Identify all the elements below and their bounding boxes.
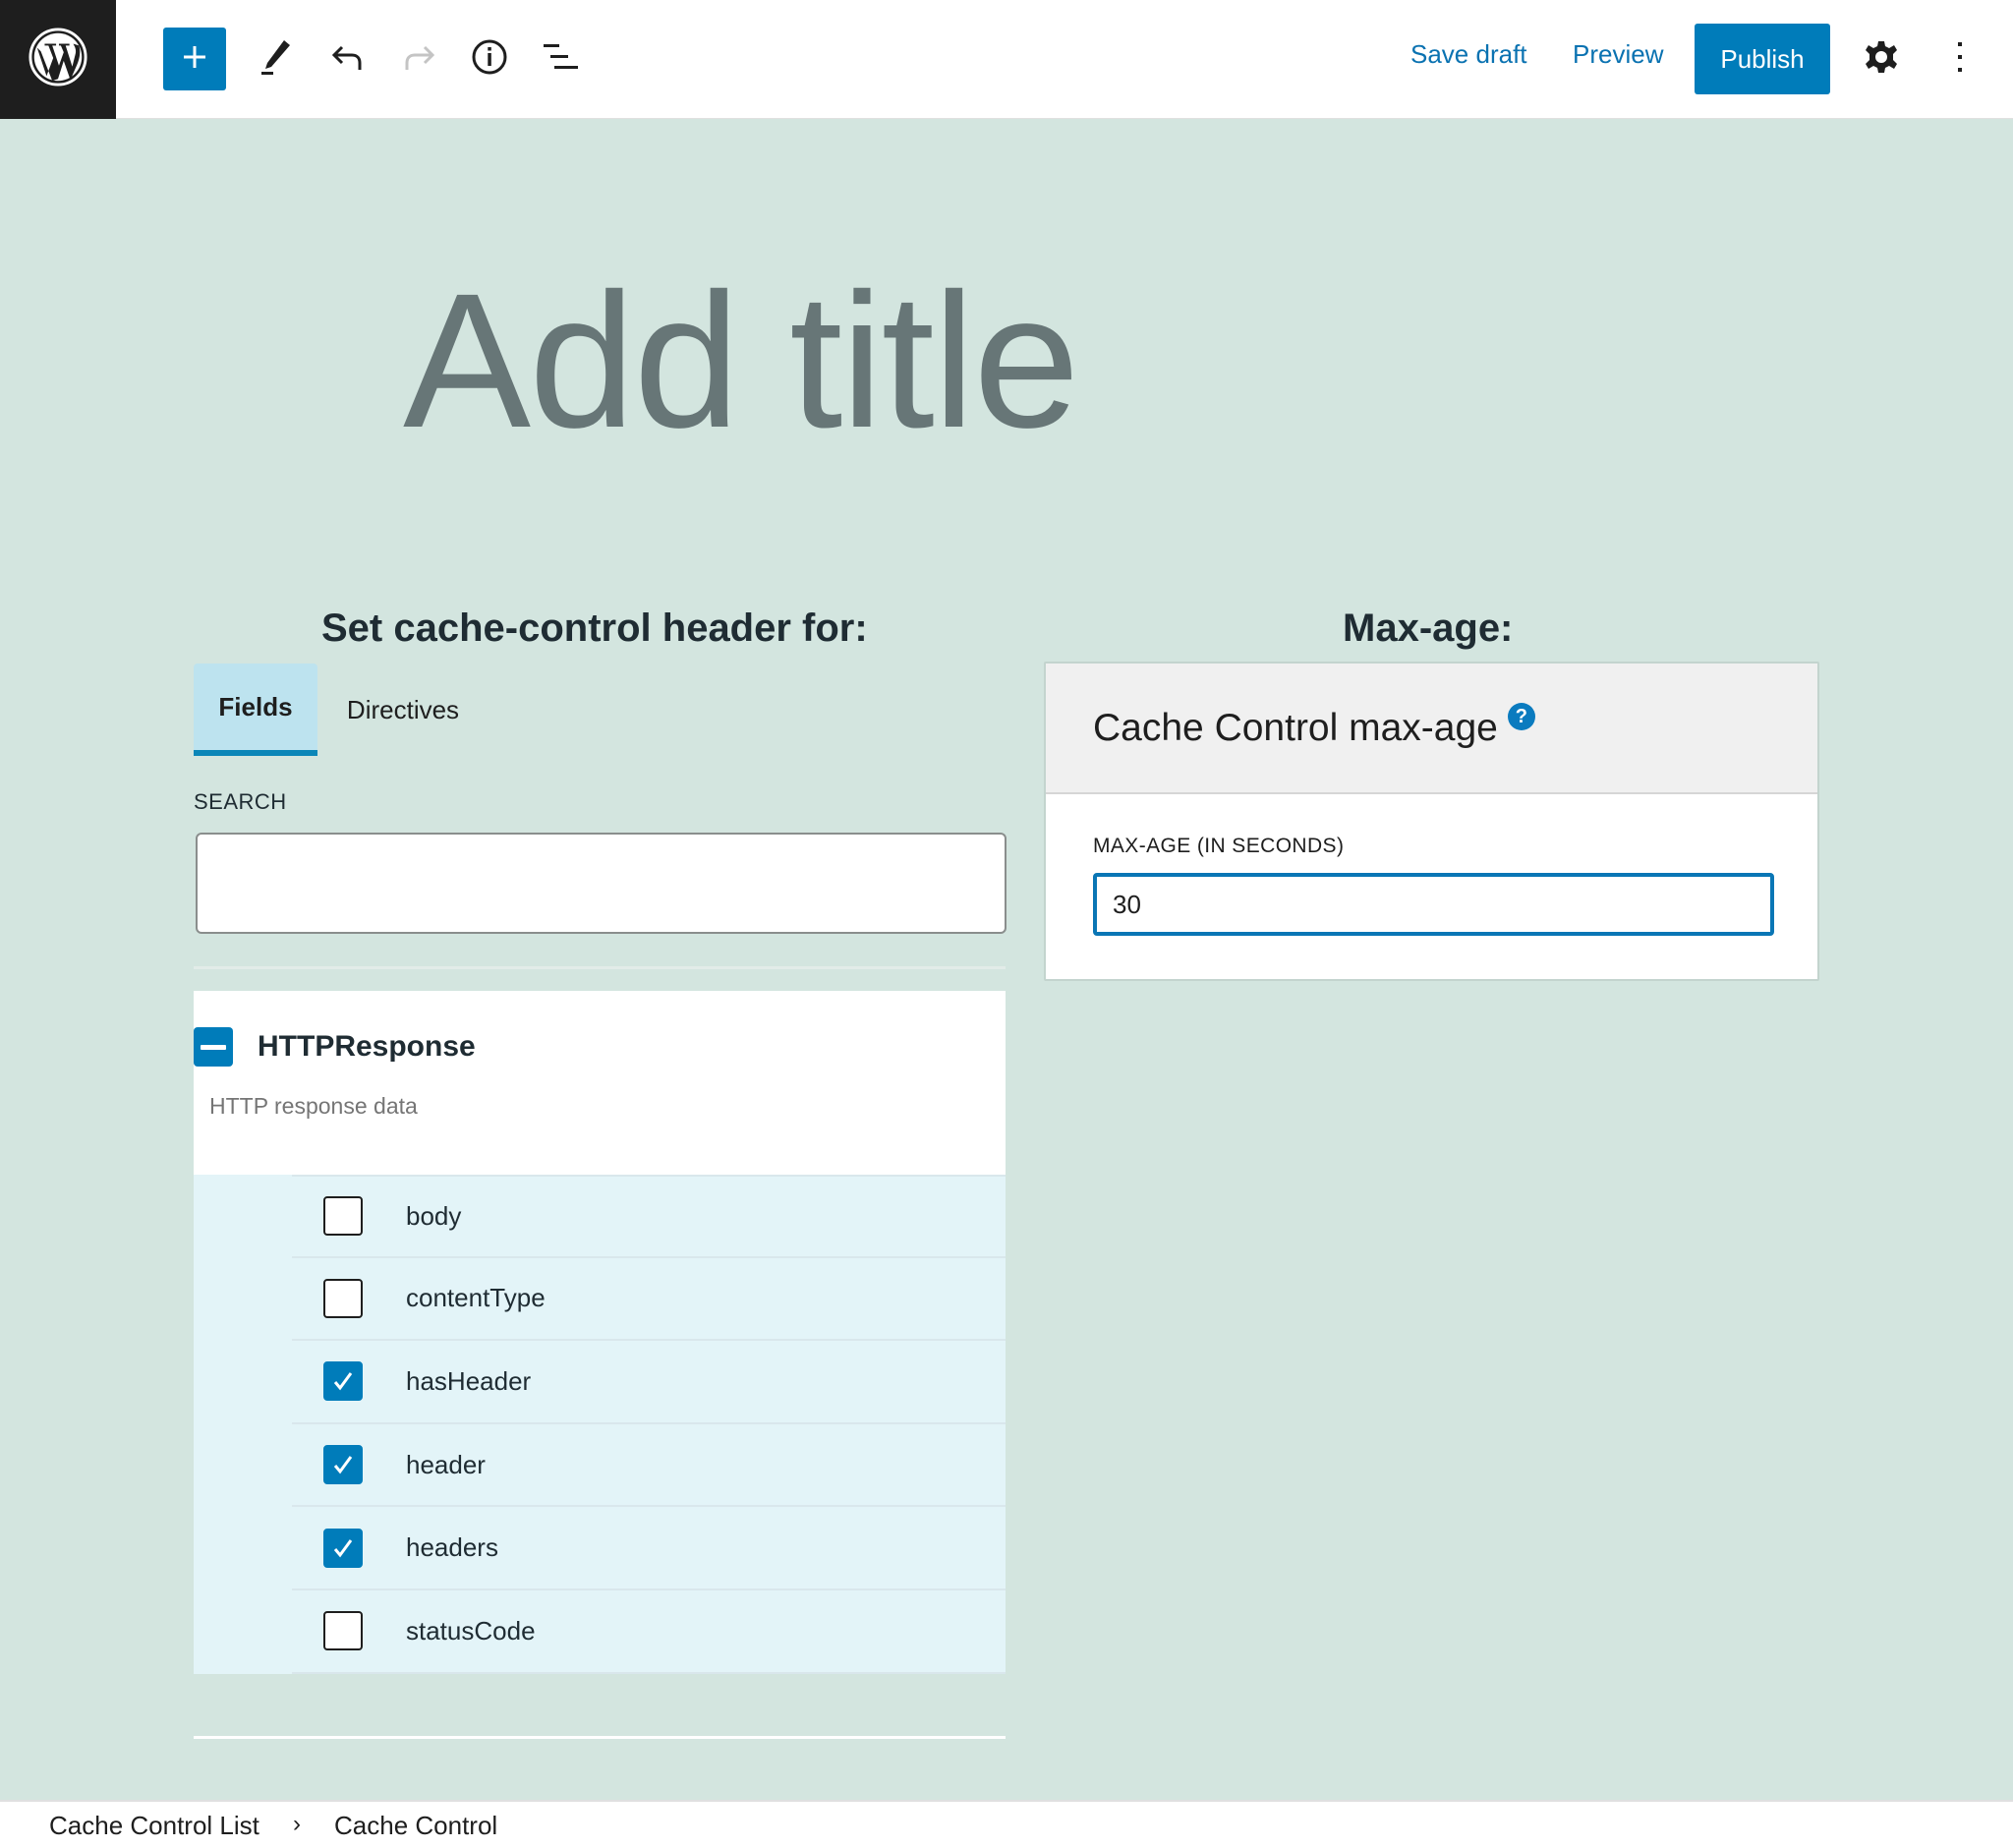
field-row-header[interactable]: header (292, 1424, 1006, 1508)
checkmark-icon (333, 1372, 353, 1391)
field-checkbox[interactable] (323, 1528, 363, 1568)
wordpress-logo-icon (28, 27, 88, 92)
maxage-label: MAX-AGE (IN SECONDS) (1093, 835, 1345, 857)
editor-toolbar: Save draft Preview Publish (0, 0, 2013, 119)
field-label: header (406, 1449, 486, 1479)
details-button[interactable] (458, 28, 521, 90)
redo-icon (401, 42, 436, 77)
tools-button[interactable] (244, 28, 307, 90)
fields-section-heading: Set cache-control header for: (321, 606, 868, 650)
field-checkbox[interactable] (323, 1445, 363, 1485)
panel-header: Cache Control max-age? (1046, 664, 1817, 794)
field-row-hasheader[interactable]: hasHeader (292, 1341, 1006, 1424)
collapse-group-toggle[interactable] (194, 1027, 233, 1067)
list-view-icon (542, 41, 579, 78)
search-input[interactable] (196, 833, 1006, 934)
panel-title: Cache Control max-age? (1093, 703, 1535, 750)
list-view-button[interactable] (529, 28, 592, 90)
field-checkbox[interactable] (323, 1611, 363, 1651)
settings-button[interactable] (1850, 28, 1913, 90)
field-checkbox[interactable] (323, 1278, 363, 1318)
info-icon (471, 38, 508, 81)
group-httpresponse: HTTPResponse HTTP response data (194, 991, 1006, 1175)
preview-button[interactable]: Preview (1573, 39, 1663, 70)
field-checkbox[interactable] (323, 1196, 363, 1237)
block-breadcrumb: Cache Control List › Cache Control (0, 1800, 2013, 1848)
undo-icon (330, 42, 366, 77)
minus-icon (201, 1044, 226, 1050)
more-vertical-icon (1955, 39, 1965, 80)
field-label: contentType (406, 1283, 546, 1313)
field-list: body contentType hasHeader header header… (194, 1175, 1006, 1674)
block-inserter-button[interactable] (163, 28, 226, 90)
tab-directives[interactable]: Directives (332, 664, 474, 756)
plus-icon (180, 42, 209, 77)
field-label: body (406, 1200, 462, 1231)
field-row-statuscode[interactable]: statusCode (292, 1590, 1006, 1674)
breadcrumb-item-cache-control-list[interactable]: Cache Control List (49, 1811, 259, 1841)
checkmark-icon (333, 1456, 353, 1474)
chevron-right-icon: › (293, 1811, 301, 1837)
checkmark-icon (333, 1538, 353, 1558)
field-row-headers[interactable]: headers (292, 1507, 1006, 1590)
search-label: SEARCH (194, 789, 287, 814)
panel-title-text: Cache Control max-age (1093, 707, 1498, 749)
gear-icon (1864, 39, 1899, 80)
divider (194, 1736, 1006, 1739)
save-draft-button[interactable]: Save draft (1410, 39, 1527, 70)
maxage-panel: Cache Control max-age? MAX-AGE (IN SECON… (1044, 662, 1819, 981)
field-label: hasHeader (406, 1365, 532, 1396)
group-title: HTTPResponse (258, 1030, 476, 1063)
field-label: statusCode (406, 1615, 536, 1646)
redo-button[interactable] (387, 28, 450, 90)
wordpress-logo-button[interactable] (0, 0, 116, 119)
field-row-contenttype[interactable]: contentType (292, 1258, 1006, 1342)
field-checkbox[interactable] (323, 1361, 363, 1402)
tab-fields[interactable]: Fields (194, 664, 317, 756)
maxage-input[interactable] (1093, 873, 1774, 936)
group-description: HTTP response data (209, 1093, 418, 1119)
help-icon[interactable]: ? (1507, 703, 1535, 730)
field-label: headers (406, 1532, 498, 1563)
maxage-section-heading: Max-age: (1343, 606, 1514, 650)
post-title-input[interactable]: Add title (403, 265, 1080, 457)
undo-button[interactable] (316, 28, 379, 90)
divider (194, 966, 1006, 969)
options-button[interactable] (1928, 28, 1991, 90)
publish-button[interactable]: Publish (1695, 24, 1830, 94)
field-row-body[interactable]: body (292, 1175, 1006, 1258)
breadcrumb-item-cache-control[interactable]: Cache Control (334, 1811, 497, 1841)
pencil-icon (258, 37, 293, 82)
